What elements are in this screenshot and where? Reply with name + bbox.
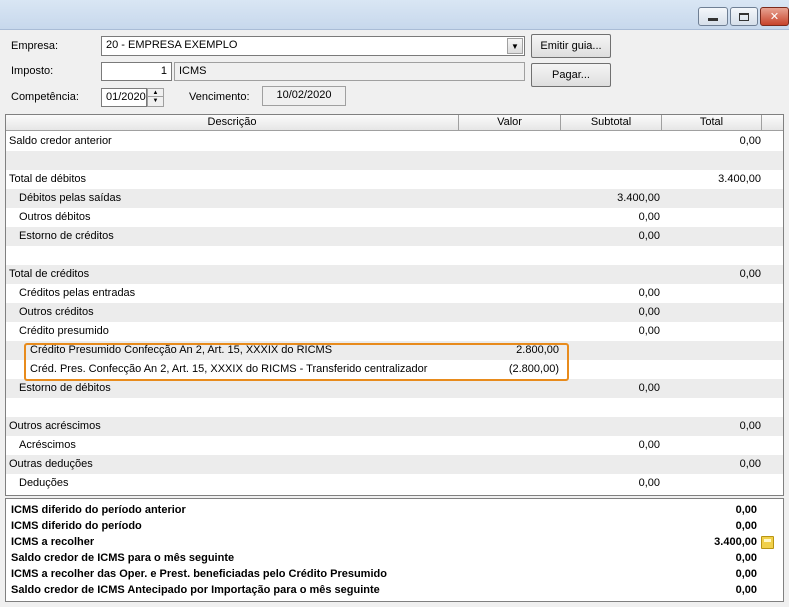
row-description: Saldo credor anterior: [9, 135, 112, 147]
row-description: Acréscimos: [19, 439, 76, 451]
row-description: Outros débitos: [19, 211, 91, 223]
row-total: 0,00: [739, 268, 761, 280]
row-description: Total de créditos: [9, 268, 90, 280]
summary-value: 0,00: [735, 504, 757, 516]
row-subtotal: 0,00: [638, 306, 660, 318]
close-button[interactable]: ✕: [760, 7, 789, 26]
summary-label: ICMS diferido do período: [11, 520, 142, 532]
summary-row: ICMS diferido do período anterior 0,00: [6, 502, 783, 518]
grid-header: Descrição Valor Subtotal Total: [6, 115, 783, 131]
pagar-label: Pagar...: [552, 69, 590, 81]
empresa-label: Empresa:: [11, 40, 59, 52]
pagar-button[interactable]: Pagar...: [531, 63, 611, 87]
row-description: Estorno de débitos: [19, 382, 111, 394]
summary-row: ICMS diferido do período 0,00: [6, 518, 783, 534]
table-row[interactable]: [6, 246, 783, 265]
table-row[interactable]: Estorno de créditos 0,00: [6, 227, 783, 246]
maximize-icon: [739, 12, 749, 21]
row-description: Deduções: [19, 477, 69, 489]
col-subtotal[interactable]: Subtotal: [561, 115, 662, 131]
row-subtotal: 0,00: [638, 382, 660, 394]
emitir-guia-button[interactable]: Emitir guia...: [531, 34, 611, 58]
competencia-spinner[interactable]: ▲ ▼: [147, 88, 164, 107]
summary-label: Saldo credor de ICMS para o mês seguinte: [11, 552, 235, 564]
col-filler: [762, 115, 783, 131]
calculator-icon[interactable]: [761, 536, 774, 549]
summary-row: ICMS a recolher das Oper. e Prest. benef…: [6, 566, 783, 582]
row-subtotal: 0,00: [638, 325, 660, 337]
row-description: Créditos pelas entradas: [19, 287, 136, 299]
competencia-label: Competência:: [11, 91, 79, 103]
row-total: 3.400,00: [718, 173, 761, 185]
vencimento-label: Vencimento:: [189, 91, 250, 103]
table-row[interactable]: Total de débitos 3.400,00: [6, 170, 783, 189]
grid-rows: Saldo credor anterior 0,00 Total de débito…: [6, 132, 783, 493]
summary-row: ICMS a recolher 3.400,00: [6, 534, 783, 550]
apuracao-grid[interactable]: Descrição Valor Subtotal Total Saldo cre…: [5, 114, 784, 496]
table-row[interactable]: Acréscimos 0,00: [6, 436, 783, 455]
summary-value: 0,00: [735, 568, 757, 580]
summary-label: ICMS a recolher das Oper. e Prest. benef…: [11, 568, 387, 580]
summary-row: Saldo credor de ICMS para o mês seguinte…: [6, 550, 783, 566]
table-row[interactable]: Deduções 0,00: [6, 474, 783, 493]
row-total: 0,00: [739, 135, 761, 147]
row-subtotal: 0,00: [638, 477, 660, 489]
table-row[interactable]: [6, 151, 783, 170]
imposto-code-input[interactable]: 1: [101, 62, 172, 81]
row-description: Outros acréscimos: [9, 420, 101, 432]
summary-value: 0,00: [735, 552, 757, 564]
chevron-down-icon[interactable]: ▼: [507, 38, 523, 54]
empresa-value: 20 - EMPRESA EXEMPLO: [106, 39, 238, 51]
imposto-name-field: ICMS: [174, 62, 525, 81]
table-row[interactable]: Total de créditos 0,00: [6, 265, 783, 284]
row-description: Débitos pelas saídas: [19, 192, 122, 204]
table-row[interactable]: Estorno de débitos 0,00: [6, 379, 783, 398]
table-row[interactable]: Outros créditos 0,00: [6, 303, 783, 322]
maximize-button[interactable]: [730, 7, 758, 26]
summary-panel: ICMS diferido do período anterior 0,00 ICM…: [5, 498, 784, 602]
summary-label: ICMS diferido do período anterior: [11, 504, 186, 516]
col-valor[interactable]: Valor: [459, 115, 561, 131]
spin-up-icon[interactable]: ▲: [148, 89, 163, 97]
row-description: Crédito presumido: [19, 325, 109, 337]
col-descricao[interactable]: Descrição: [6, 115, 459, 131]
row-subtotal: 3.400,00: [617, 192, 660, 204]
summary-value: 0,00: [735, 520, 757, 532]
summary-row: Saldo credor de ICMS Antecipado por Impo…: [6, 582, 783, 598]
row-description: Outras deduções: [9, 458, 93, 470]
summary-label: ICMS a recolher: [11, 536, 95, 548]
summary-label: Saldo credor de ICMS Antecipado por Impo…: [11, 584, 380, 596]
competencia-input[interactable]: 01/2020: [101, 88, 147, 107]
table-row[interactable]: Outros débitos 0,00: [6, 208, 783, 227]
empresa-select[interactable]: 20 - EMPRESA EXEMPLO ▼: [101, 36, 525, 56]
row-description: Estorno de créditos: [19, 230, 114, 242]
table-row[interactable]: Crédito presumido 0,00: [6, 322, 783, 341]
minimize-icon: [708, 18, 718, 21]
spin-down-icon[interactable]: ▼: [148, 97, 163, 105]
title-bar: ✕: [0, 0, 789, 30]
imposto-label: Imposto:: [11, 65, 54, 77]
table-row[interactable]: Outras deduções 0,00: [6, 455, 783, 474]
row-total: 0,00: [739, 458, 761, 470]
table-row[interactable]: Outros acréscimos 0,00: [6, 417, 783, 436]
table-row[interactable]: Saldo credor anterior 0,00: [6, 132, 783, 151]
table-row[interactable]: [6, 398, 783, 417]
row-subtotal: 0,00: [638, 211, 660, 223]
col-total[interactable]: Total: [662, 115, 762, 131]
minimize-button[interactable]: [698, 7, 728, 26]
row-description: Outros créditos: [19, 306, 94, 318]
table-row[interactable]: Débitos pelas saídas 3.400,00: [6, 189, 783, 208]
close-icon: ✕: [769, 11, 780, 23]
summary-value: 0,00: [735, 584, 757, 596]
highlight-box: [24, 343, 569, 381]
emitir-guia-label: Emitir guia...: [540, 40, 602, 52]
summary-value: 3.400,00: [714, 536, 757, 548]
row-total: 0,00: [739, 420, 761, 432]
row-subtotal: 0,00: [638, 439, 660, 451]
vencimento-field: 10/02/2020: [262, 86, 346, 106]
row-subtotal: 0,00: [638, 230, 660, 242]
table-row[interactable]: Créditos pelas entradas 0,00: [6, 284, 783, 303]
row-subtotal: 0,00: [638, 287, 660, 299]
row-description: Total de débitos: [9, 173, 87, 185]
